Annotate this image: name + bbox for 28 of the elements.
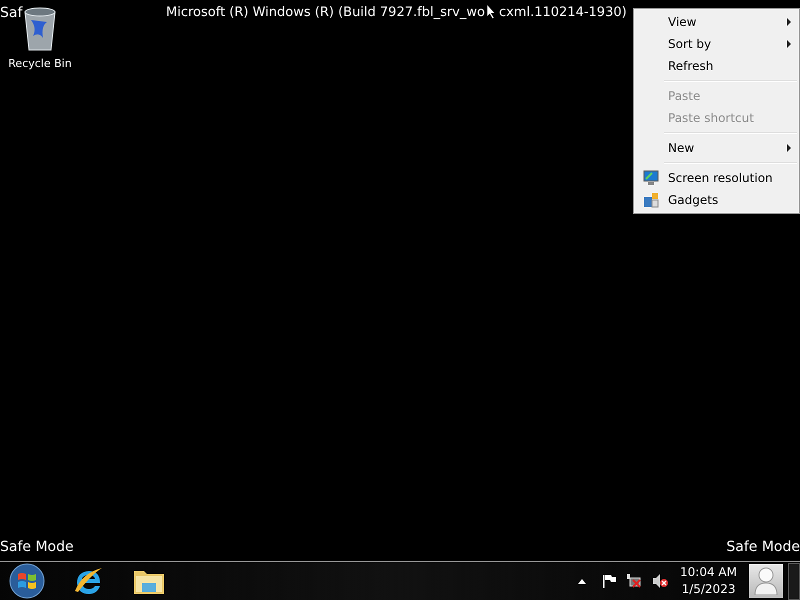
safe-mode-label: Safe Mode xyxy=(0,538,74,557)
menu-item[interactable]: Refresh xyxy=(634,55,799,77)
menu-item[interactable]: Gadgets xyxy=(634,189,799,211)
show-hidden-icons-icon[interactable] xyxy=(578,578,586,584)
menu-item[interactable]: View xyxy=(634,11,799,33)
browser-icon[interactable] xyxy=(72,565,104,597)
menu-item[interactable]: Screen resolution xyxy=(634,167,799,189)
build-version-text: Microsoft (R) Windows (R) (Build 7927.fbl_srv_wo xyxy=(166,4,485,22)
flag-icon[interactable] xyxy=(602,574,616,588)
submenu-arrow-icon xyxy=(787,18,791,26)
monitor-icon xyxy=(643,170,659,186)
build-version-text: cxml.110214-1930) xyxy=(498,4,627,22)
clock-time[interactable]: 10:04 AM xyxy=(680,564,737,581)
submenu-arrow-icon xyxy=(787,144,791,152)
speaker-muted-icon[interactable] xyxy=(652,574,668,588)
desktop-icon-label[interactable]: Recycle Bin xyxy=(8,56,72,72)
recycle-bin-icon[interactable] xyxy=(23,6,57,52)
submenu-arrow-icon xyxy=(787,40,791,48)
start-button[interactable] xyxy=(8,563,46,599)
gadgets-icon xyxy=(643,192,659,208)
network-error-icon[interactable] xyxy=(626,573,642,589)
clock-date[interactable]: 1/5/2023 xyxy=(682,581,736,598)
mouse-cursor-icon xyxy=(486,3,498,20)
safe-mode-label: Saf xyxy=(0,4,22,23)
safe-mode-label: Safe Mode xyxy=(726,538,800,557)
menu-item[interactable]: New xyxy=(634,137,799,159)
menu-item[interactable]: Sort by xyxy=(634,33,799,55)
user-icon xyxy=(754,567,778,595)
